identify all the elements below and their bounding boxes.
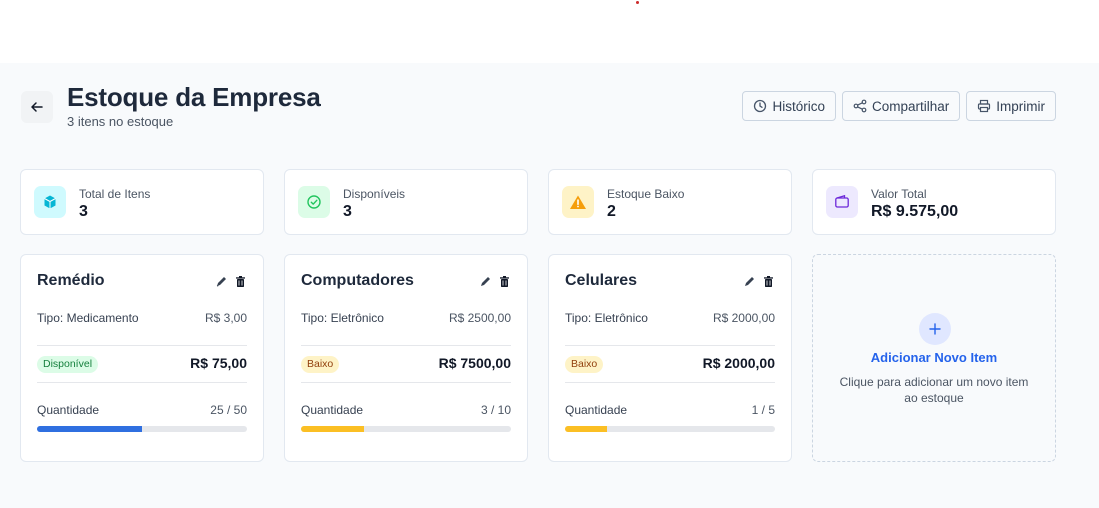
stat-label: Disponíveis — [343, 187, 406, 201]
stat-value: 3 — [343, 203, 352, 220]
stat-icon-bg — [298, 186, 330, 218]
item-total: R$ 75,00 — [190, 355, 247, 371]
quantity-bar — [301, 426, 511, 432]
stat-available: Disponíveis 3 — [284, 169, 528, 235]
divider — [301, 345, 511, 346]
item-total: R$ 2000,00 — [702, 355, 775, 371]
quantity-bar-fill — [565, 426, 607, 432]
quantity-label: Quantidade — [37, 403, 100, 417]
item-actions — [743, 275, 775, 288]
stat-label: Valor Total — [871, 187, 927, 201]
warning-icon — [570, 195, 586, 209]
printer-icon — [978, 99, 991, 113]
item-unit-price: R$ 3,00 — [204, 311, 247, 325]
stat-value: 3 — [79, 203, 88, 220]
item-name: Remédio — [37, 272, 105, 289]
arrow-left-icon — [31, 102, 43, 112]
trash-icon[interactable] — [498, 275, 511, 288]
item-card[interactable]: Remédio Tipo: Medicamento R$ 3,00 Dispon… — [20, 254, 264, 462]
quantity-label: Quantidade — [301, 403, 364, 417]
item-actions — [479, 275, 511, 288]
history-label: Histórico — [772, 98, 825, 114]
quantity-bar-fill — [301, 426, 364, 432]
share-icon — [853, 99, 867, 113]
status-badge: Disponível — [37, 356, 99, 373]
share-button[interactable]: Compartilhar — [841, 91, 961, 121]
add-item-description: Clique para adicionar um novo item ao es… — [839, 375, 1029, 405]
inventory-page: Estoque da Empresa 3 itens no estoque Hi… — [0, 63, 1099, 508]
plus-icon — [929, 323, 941, 335]
stat-low-stock: Estoque Baixo 2 — [548, 169, 792, 235]
trash-icon[interactable] — [234, 275, 247, 288]
quantity-value: 1 / 5 — [751, 403, 775, 417]
share-label: Compartilhar — [871, 98, 950, 114]
status-badge: Baixo — [301, 356, 340, 373]
add-button[interactable] — [919, 313, 951, 345]
item-type: Tipo: Eletrônico — [301, 311, 384, 325]
divider — [301, 382, 511, 383]
stat-total-items: Total de Itens 3 — [20, 169, 264, 235]
back-button[interactable] — [21, 91, 53, 123]
item-name: Celulares — [565, 272, 638, 289]
clock-icon — [754, 99, 767, 113]
item-card[interactable]: Celulares Tipo: Eletrônico R$ 2000,00 Ba… — [548, 254, 792, 462]
quantity-bar-fill — [37, 426, 142, 432]
item-unit-price: R$ 2000,00 — [712, 311, 775, 325]
stats-row: Total de Itens 3 Disponíveis 3 Estoque B… — [20, 169, 1056, 235]
divider — [565, 382, 775, 383]
item-card[interactable]: Computadores Tipo: Eletrônico R$ 2500,00… — [284, 254, 528, 462]
stat-icon-bg — [34, 186, 66, 218]
quantity-bar — [565, 426, 775, 432]
add-item-card[interactable]: Adicionar Novo Item Clique para adiciona… — [812, 254, 1056, 462]
print-button[interactable]: Imprimir — [966, 91, 1056, 121]
pencil-icon[interactable] — [743, 275, 756, 288]
item-type: Tipo: Eletrônico — [565, 311, 648, 325]
stat-label: Total de Itens — [79, 187, 151, 201]
trash-icon[interactable] — [762, 275, 775, 288]
stat-total-value: Valor Total R$ 9.575,00 — [812, 169, 1056, 235]
item-unit-price: R$ 2500,00 — [448, 311, 511, 325]
stat-label: Estoque Baixo — [607, 187, 685, 201]
stat-value: R$ 9.575,00 — [871, 203, 959, 220]
pencil-icon[interactable] — [479, 275, 492, 288]
stat-value: 2 — [607, 203, 616, 220]
quantity-label: Quantidade — [565, 403, 628, 417]
divider — [565, 345, 775, 346]
item-total: R$ 7500,00 — [438, 355, 511, 371]
quantity-value: 25 / 50 — [210, 403, 247, 417]
pencil-icon[interactable] — [215, 275, 228, 288]
item-name: Computadores — [301, 272, 414, 289]
stat-icon-bg — [826, 186, 858, 218]
wallet-icon — [835, 194, 849, 208]
item-actions — [215, 275, 247, 288]
add-item-title: Adicionar Novo Item — [870, 350, 998, 365]
quantity-bar — [37, 426, 247, 432]
item-type: Tipo: Medicamento — [37, 311, 139, 325]
print-label: Imprimir — [996, 98, 1045, 114]
header-actions: Histórico Compartilhar Imprimir — [742, 91, 1056, 121]
page-subtitle: 3 itens no estoque — [67, 114, 174, 129]
stat-icon-bg — [562, 186, 594, 218]
status-badge: Baixo — [565, 356, 604, 373]
box-icon — [44, 195, 56, 209]
divider — [37, 382, 247, 383]
top-bar — [0, 0, 1099, 63]
page-title: Estoque da Empresa — [67, 82, 321, 112]
item-cards: Remédio Tipo: Medicamento R$ 3,00 Dispon… — [20, 254, 1056, 462]
history-button[interactable]: Histórico — [742, 91, 836, 121]
divider — [37, 345, 247, 346]
indicator-dot — [636, 1, 639, 4]
quantity-value: 3 / 10 — [480, 403, 511, 417]
check-circle-icon — [307, 195, 321, 209]
